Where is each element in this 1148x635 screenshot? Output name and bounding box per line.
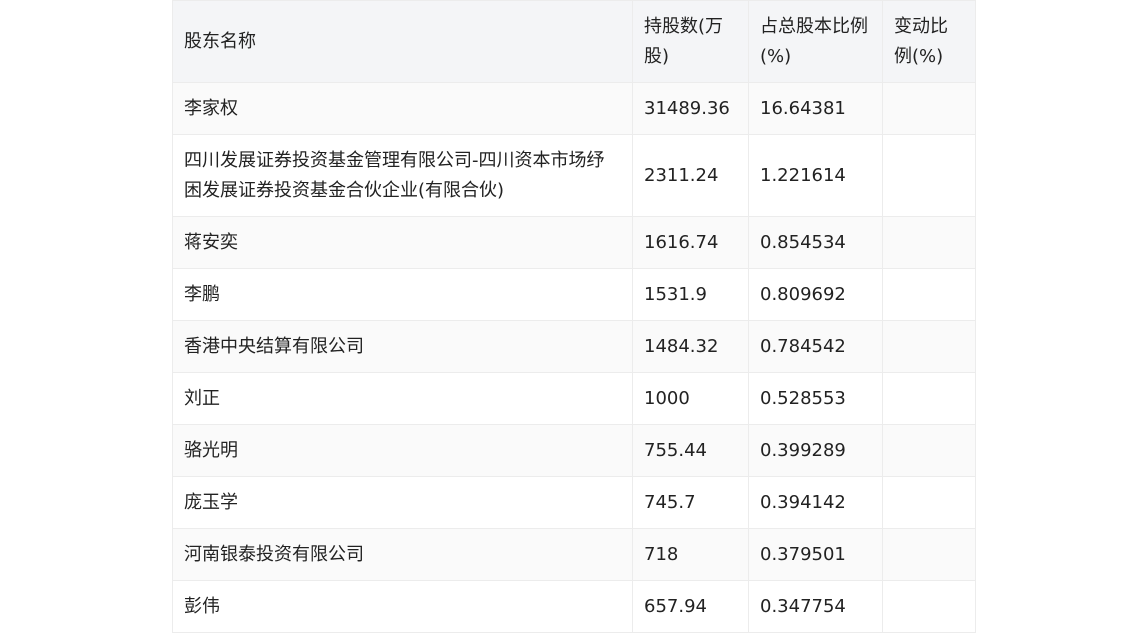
cell-shareholder-name: 四川发展证券投资基金管理有限公司-四川资本市场纾困发展证券投资基金合伙企业(有限… bbox=[172, 134, 633, 217]
cell-shareholder-name: 彭伟 bbox=[172, 580, 633, 633]
cell-change-ratio bbox=[882, 476, 976, 529]
cell-share-ratio: 16.64381 bbox=[748, 82, 883, 135]
cell-change-ratio bbox=[882, 320, 976, 373]
table-row: 刘正 1000 0.528553 bbox=[172, 372, 976, 425]
table-row: 香港中央结算有限公司 1484.32 0.784542 bbox=[172, 320, 976, 373]
table-row: 蒋安奕 1616.74 0.854534 bbox=[172, 216, 976, 269]
cell-share-ratio: 0.528553 bbox=[748, 372, 883, 425]
cell-shares-held: 718 bbox=[632, 528, 749, 581]
table-row: 河南银泰投资有限公司 718 0.379501 bbox=[172, 528, 976, 581]
cell-share-ratio: 0.379501 bbox=[748, 528, 883, 581]
table-row: 四川发展证券投资基金管理有限公司-四川资本市场纾困发展证券投资基金合伙企业(有限… bbox=[172, 134, 976, 217]
header-shareholder-name: 股东名称 bbox=[172, 0, 633, 83]
cell-shares-held: 657.94 bbox=[632, 580, 749, 633]
cell-shareholder-name: 河南银泰投资有限公司 bbox=[172, 528, 633, 581]
cell-shareholder-name: 蒋安奕 bbox=[172, 216, 633, 269]
cell-shares-held: 1484.32 bbox=[632, 320, 749, 373]
cell-shares-held: 1000 bbox=[632, 372, 749, 425]
cell-change-ratio bbox=[882, 528, 976, 581]
cell-shareholder-name: 李家权 bbox=[172, 82, 633, 135]
cell-change-ratio bbox=[882, 372, 976, 425]
cell-shares-held: 1616.74 bbox=[632, 216, 749, 269]
table-row: 李家权 31489.36 16.64381 bbox=[172, 82, 976, 135]
table-row: 骆光明 755.44 0.399289 bbox=[172, 424, 976, 477]
cell-change-ratio bbox=[882, 134, 976, 217]
header-shares-held: 持股数(万股) bbox=[632, 0, 749, 83]
cell-shareholder-name: 刘正 bbox=[172, 372, 633, 425]
cell-share-ratio: 0.854534 bbox=[748, 216, 883, 269]
cell-shares-held: 755.44 bbox=[632, 424, 749, 477]
cell-change-ratio bbox=[882, 82, 976, 135]
cell-share-ratio: 0.784542 bbox=[748, 320, 883, 373]
cell-shares-held: 31489.36 bbox=[632, 82, 749, 135]
cell-share-ratio: 0.399289 bbox=[748, 424, 883, 477]
cell-share-ratio: 0.809692 bbox=[748, 268, 883, 321]
cell-share-ratio: 0.347754 bbox=[748, 580, 883, 633]
cell-shareholder-name: 李鹏 bbox=[172, 268, 633, 321]
cell-shares-held: 1531.9 bbox=[632, 268, 749, 321]
cell-shareholder-name: 骆光明 bbox=[172, 424, 633, 477]
cell-shares-held: 745.7 bbox=[632, 476, 749, 529]
cell-shares-held: 2311.24 bbox=[632, 134, 749, 217]
cell-change-ratio bbox=[882, 268, 976, 321]
cell-share-ratio: 0.394142 bbox=[748, 476, 883, 529]
header-share-ratio: 占总股本比例(%) bbox=[748, 0, 883, 83]
cell-share-ratio: 1.221614 bbox=[748, 134, 883, 217]
cell-shareholder-name: 庞玉学 bbox=[172, 476, 633, 529]
table-row: 庞玉学 745.7 0.394142 bbox=[172, 476, 976, 529]
cell-shareholder-name: 香港中央结算有限公司 bbox=[172, 320, 633, 373]
cell-change-ratio bbox=[882, 216, 976, 269]
table-row: 彭伟 657.94 0.347754 bbox=[172, 580, 976, 633]
cell-change-ratio bbox=[882, 424, 976, 477]
header-change-ratio: 变动比例(%) bbox=[882, 0, 976, 83]
cell-change-ratio bbox=[882, 580, 976, 633]
table-header-row: 股东名称 持股数(万股) 占总股本比例(%) 变动比例(%) bbox=[172, 0, 976, 83]
shareholder-table: 股东名称 持股数(万股) 占总股本比例(%) 变动比例(%) 李家权 31489… bbox=[172, 0, 976, 633]
table-row: 李鹏 1531.9 0.809692 bbox=[172, 268, 976, 321]
